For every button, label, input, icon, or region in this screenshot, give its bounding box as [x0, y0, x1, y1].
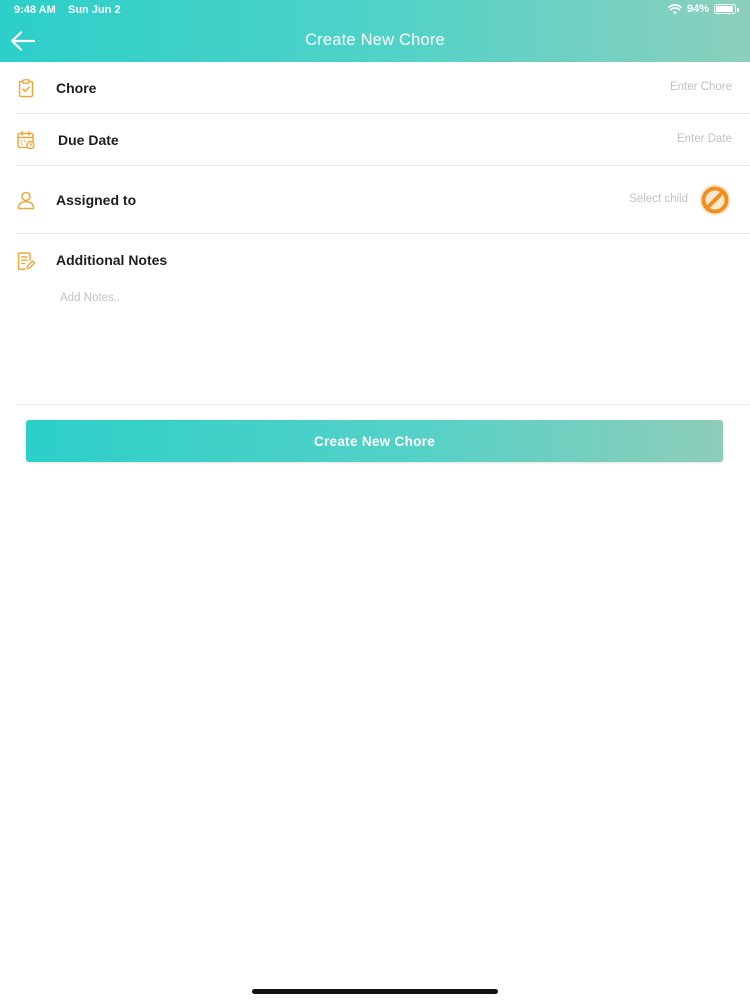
- page-title: Create New Chore: [305, 31, 445, 49]
- chore-input[interactable]: [532, 81, 732, 93]
- due-date-row: Due Date: [0, 114, 750, 166]
- notes-label: Additional Notes: [56, 252, 168, 268]
- due-date-input[interactable]: [532, 133, 732, 145]
- calendar-clock-icon: [16, 130, 36, 150]
- chore-label: Chore: [56, 80, 97, 96]
- home-indicator: [252, 989, 498, 994]
- notes-pencil-icon: [16, 251, 36, 271]
- status-right: 94%: [667, 3, 739, 15]
- assigned-to-row[interactable]: Assigned to Select child: [0, 166, 750, 234]
- chore-row: Chore: [0, 62, 750, 114]
- battery-fill: [716, 6, 733, 12]
- divider: [16, 404, 750, 405]
- assigned-to-label: Assigned to: [56, 192, 137, 208]
- battery-percent: 94%: [686, 3, 709, 15]
- status-bar: 9:48 AM Sun Jun 2 94%: [0, 0, 750, 20]
- due-date-label: Due Date: [58, 132, 119, 148]
- create-chore-button[interactable]: Create New Chore: [26, 420, 723, 462]
- status-time: 9:48 AM: [14, 4, 56, 16]
- status-date: Sun Jun 2: [68, 4, 121, 16]
- header-bar: 9:48 AM Sun Jun 2 94% Create New Chore: [0, 0, 750, 62]
- battery-icon: [714, 4, 739, 14]
- person-icon: [16, 190, 36, 210]
- clipboard-check-icon: [16, 78, 36, 98]
- wifi-icon: [667, 3, 682, 14]
- notes-textarea[interactable]: [60, 292, 720, 392]
- notes-header-row: Additional Notes: [0, 234, 750, 286]
- no-child-icon[interactable]: [698, 183, 732, 217]
- select-child-placeholder[interactable]: Select child: [629, 193, 688, 205]
